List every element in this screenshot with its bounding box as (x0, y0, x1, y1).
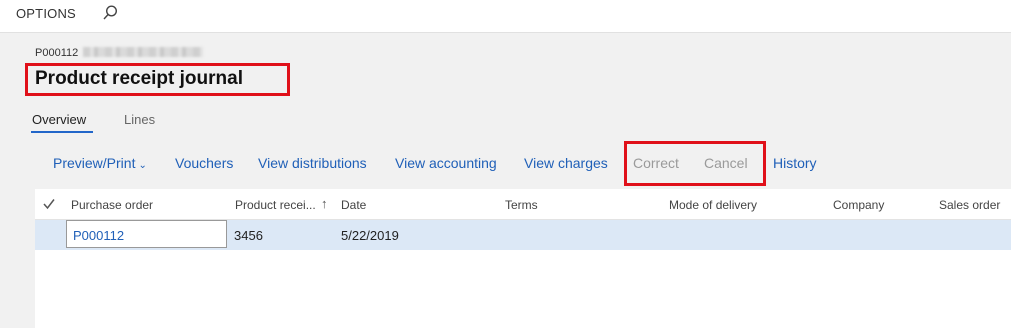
history-button[interactable]: History (773, 155, 817, 171)
page-title: Product receipt journal (35, 68, 243, 89)
purchase-order-link[interactable]: P000112 (73, 228, 124, 243)
tab-lines[interactable]: Lines (124, 112, 155, 127)
preview-print-label: Preview/Print (53, 155, 136, 171)
view-accounting-button[interactable]: View accounting (395, 155, 497, 171)
column-header-purchase-order[interactable]: Purchase order (71, 198, 153, 212)
column-header-terms[interactable]: Terms (505, 198, 538, 212)
tab-selected-indicator (31, 131, 93, 133)
column-header-date[interactable]: Date (341, 198, 366, 212)
column-header-mode-of-delivery[interactable]: Mode of delivery (669, 198, 757, 212)
tab-overview[interactable]: Overview (32, 112, 86, 127)
grid-header: Purchase order Product recei... ↑ Date T… (35, 189, 1011, 220)
select-all-check-icon[interactable] (43, 198, 55, 210)
column-header-company[interactable]: Company (833, 198, 884, 212)
actions-highlight-box (624, 141, 766, 186)
view-charges-button[interactable]: View charges (524, 155, 608, 171)
column-header-product-receipt[interactable]: Product recei... (235, 198, 316, 212)
redacted-vendor-name (83, 47, 204, 57)
product-receipt-cell: 3456 (234, 228, 263, 243)
purchase-order-cell[interactable]: P000112 (66, 220, 227, 248)
date-cell: 5/22/2019 (341, 228, 399, 243)
options-menu[interactable]: OPTIONS (16, 6, 76, 21)
sort-ascending-icon: ↑ (321, 196, 328, 211)
view-distributions-button[interactable]: View distributions (258, 155, 367, 171)
search-icon[interactable] (101, 4, 119, 22)
top-bar: OPTIONS (0, 0, 1011, 33)
preview-print-button[interactable]: Preview/Print ⌄ (53, 155, 147, 171)
record-id: P000112 (35, 47, 79, 59)
table-row[interactable]: P000112 3456 5/22/2019 (35, 220, 1011, 250)
product-receipt-grid: Purchase order Product recei... ↑ Date T… (35, 189, 1011, 328)
column-header-sales-order[interactable]: Sales order (939, 198, 1000, 212)
record-identifier: P000112 (35, 47, 204, 59)
vouchers-button[interactable]: Vouchers (175, 155, 233, 171)
chevron-down-icon: ⌄ (138, 160, 147, 171)
